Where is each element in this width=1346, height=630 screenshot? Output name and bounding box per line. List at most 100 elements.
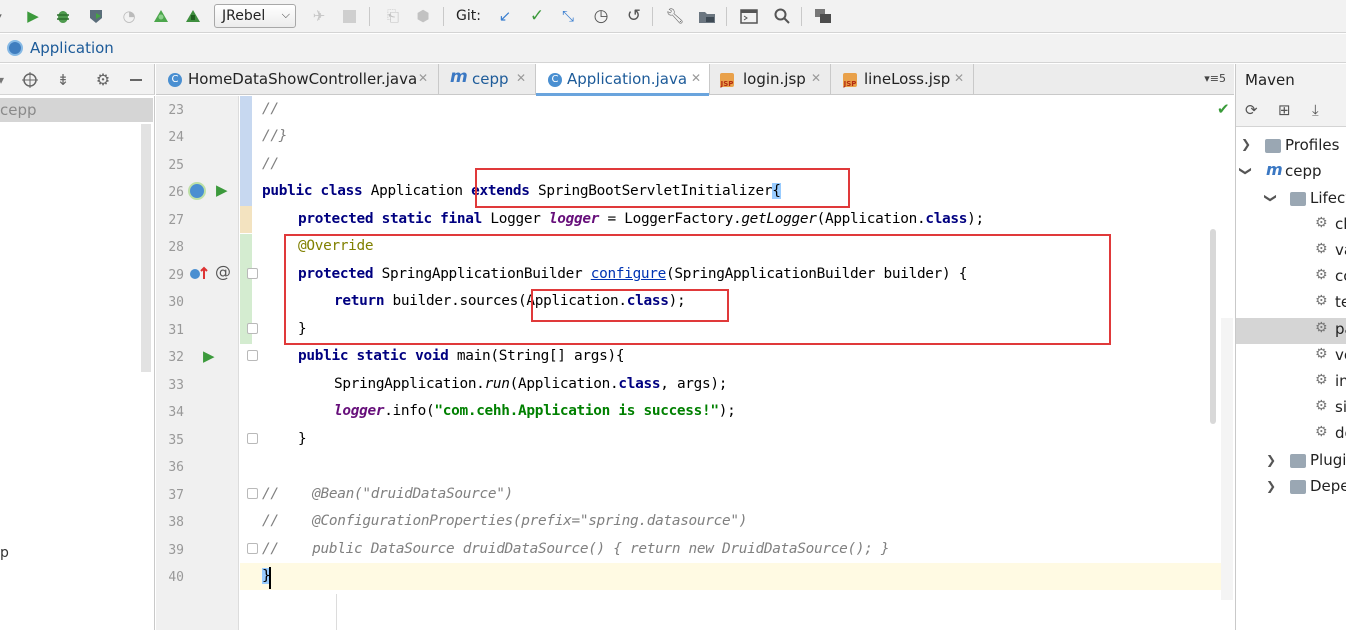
- locate-icon[interactable]: [19, 69, 41, 91]
- code-line-34: logger.info("com.cehh.Application is suc…: [334, 403, 736, 419]
- fold-icon[interactable]: [247, 268, 258, 279]
- chevron-right-icon[interactable]: ❯: [1266, 453, 1276, 467]
- code-token: public class: [262, 183, 363, 199]
- editor-scroll-thumb[interactable]: [1210, 229, 1216, 424]
- gear-icon: ⚙: [1315, 293, 1328, 309]
- project-scrollbar[interactable]: [141, 124, 151, 372]
- settings-wrench-icon[interactable]: 🔧︎: [664, 5, 686, 27]
- tab-cepp[interactable]: m cepp ✕: [439, 64, 536, 95]
- git-history-icon[interactable]: ◷: [590, 5, 612, 27]
- code-token: (Application.: [816, 211, 926, 227]
- line-number: 28: [168, 240, 184, 255]
- project-structure-icon[interactable]: [696, 5, 718, 27]
- vcs-icon[interactable]: [812, 5, 834, 27]
- maven-tree-item[interactable]: va: [1335, 241, 1346, 259]
- tab-homedatashowcontroller[interactable]: C HomeDataShowController.java ✕: [156, 64, 439, 95]
- close-icon[interactable]: ✕: [954, 71, 964, 85]
- editor-tabs: C HomeDataShowController.java ✕ m cepp ✕…: [156, 64, 1234, 96]
- stop-icon[interactable]: [338, 5, 360, 27]
- close-icon[interactable]: ✕: [516, 71, 526, 85]
- tab-overflow-button[interactable]: ▾≡5: [1204, 72, 1226, 85]
- vcs-change-marker: [240, 96, 252, 212]
- maven-tree-item[interactable]: si: [1335, 398, 1346, 416]
- jrebel-debug-icon[interactable]: [182, 5, 204, 27]
- close-icon[interactable]: ✕: [691, 71, 701, 85]
- tab-application[interactable]: C Application.java ✕: [536, 64, 710, 96]
- maven-tree-item[interactable]: cepp: [1285, 162, 1322, 180]
- inspection-ok-icon[interactable]: ✔: [1217, 100, 1230, 118]
- vcs-change-marker: [240, 206, 252, 233]
- tab-login-jsp[interactable]: JSP login.jsp ✕: [710, 64, 831, 95]
- git-label: Git:: [456, 8, 481, 24]
- build-icon[interactable]: ✈: [308, 5, 330, 27]
- code-token: (Application.: [509, 376, 619, 392]
- run-config-select[interactable]: JRebel ⌵: [214, 4, 296, 28]
- profile-icon[interactable]: ◔: [118, 5, 140, 27]
- fold-icon[interactable]: [247, 488, 258, 499]
- override-gutter-icon[interactable]: [189, 265, 209, 281]
- debug-icon[interactable]: [52, 5, 74, 27]
- jrebel-run-icon[interactable]: [150, 5, 172, 27]
- search-icon[interactable]: [771, 5, 793, 27]
- download-icon[interactable]: ⤓: [1312, 101, 1319, 119]
- spring-bean-icon[interactable]: [188, 182, 206, 200]
- add-project-icon[interactable]: ⊞: [1278, 101, 1291, 119]
- chevron-down-icon[interactable]: ▾: [0, 69, 12, 91]
- run-icon[interactable]: ▶: [22, 5, 44, 27]
- package-icon[interactable]: ⬢: [412, 5, 434, 27]
- fold-icon[interactable]: [247, 323, 258, 334]
- git-revert-icon[interactable]: ↺: [623, 5, 645, 27]
- attach-icon[interactable]: ⎗: [382, 5, 404, 27]
- maven-tree-item[interactable]: ve: [1335, 346, 1346, 364]
- line-number: 25: [168, 158, 184, 173]
- chevron-down-icon[interactable]: ❯: [1239, 166, 1253, 176]
- run-gutter-icon[interactable]: ▶: [216, 181, 228, 199]
- code-token: "com.cehh.Application is success!": [434, 403, 719, 419]
- gear-icon[interactable]: ⚙: [92, 69, 114, 91]
- maven-tree-item[interactable]: de: [1335, 424, 1346, 442]
- fold-icon[interactable]: [247, 433, 258, 444]
- back-icon[interactable]: ▾: [0, 5, 10, 27]
- git-compare-icon[interactable]: ⤡: [557, 5, 579, 27]
- close-icon[interactable]: ✕: [811, 71, 821, 85]
- java-class-icon: C: [168, 73, 182, 87]
- git-commit-icon[interactable]: ✓: [526, 5, 548, 27]
- terminal-icon[interactable]: [738, 5, 760, 27]
- coverage-icon[interactable]: [85, 5, 107, 27]
- reload-icon[interactable]: ⟳: [1245, 101, 1258, 119]
- maven-tree-item[interactable]: Lifecy: [1310, 189, 1346, 207]
- git-update-icon[interactable]: ↙: [494, 5, 516, 27]
- chevron-right-icon[interactable]: ❯: [1266, 479, 1276, 493]
- project-tree-item-selected[interactable]: cepp: [0, 98, 153, 122]
- toolbar-separator: [726, 7, 727, 26]
- profiles-icon: [1265, 139, 1281, 153]
- minimize-icon[interactable]: [125, 69, 147, 91]
- close-icon[interactable]: ✕: [418, 71, 428, 85]
- code-editor[interactable]: // //} // public class Application exten…: [240, 96, 1234, 630]
- maven-tree-item[interactable]: Plugi: [1310, 451, 1346, 469]
- spring-class-icon: [7, 40, 23, 56]
- chevron-right-icon[interactable]: ❯: [1241, 137, 1251, 151]
- navigation-bar: Application: [0, 34, 1346, 63]
- chevron-down-icon[interactable]: ❯: [1264, 193, 1278, 203]
- tab-lineloss-jsp[interactable]: JSP lineLoss.jsp ✕: [831, 64, 974, 95]
- maven-header: Maven: [1236, 64, 1346, 95]
- breadcrumb-application[interactable]: Application: [30, 39, 114, 57]
- run-gutter-icon[interactable]: ▶: [203, 347, 215, 365]
- editor-scrollbar[interactable]: [1221, 318, 1233, 600]
- annotation-gutter-icon[interactable]: @: [215, 262, 231, 281]
- maven-tree-item[interactable]: cc: [1335, 267, 1346, 285]
- highlight-box-sources: [531, 289, 729, 322]
- collapse-all-icon[interactable]: ⇟: [52, 69, 74, 91]
- line-number: 33: [168, 378, 184, 393]
- tab-overflow-count: 5: [1219, 72, 1226, 85]
- maven-tree-item[interactable]: pa: [1335, 320, 1346, 338]
- fold-icon[interactable]: [247, 543, 258, 554]
- maven-tree-item[interactable]: in: [1335, 372, 1346, 390]
- fold-icon[interactable]: [247, 350, 258, 361]
- maven-tree-item[interactable]: Depe: [1310, 477, 1346, 495]
- maven-tree-item[interactable]: cl: [1335, 215, 1346, 233]
- code-token: protected static final: [298, 211, 483, 227]
- maven-tree-item[interactable]: Profiles: [1285, 136, 1339, 154]
- maven-tree-item[interactable]: te: [1335, 293, 1346, 311]
